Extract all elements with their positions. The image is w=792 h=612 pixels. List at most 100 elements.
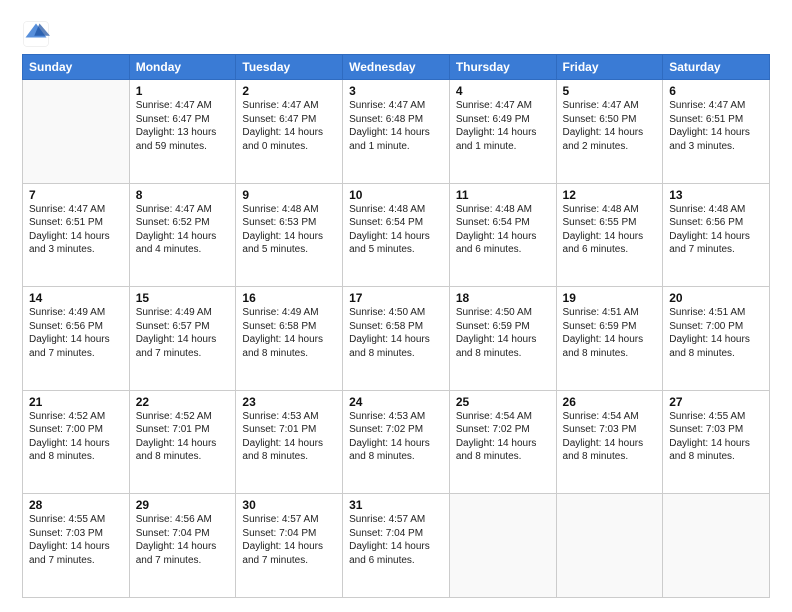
- day-detail: Sunrise: 4:47 AM Sunset: 6:47 PM Dayligh…: [136, 99, 230, 153]
- day-detail: Sunrise: 4:50 AM Sunset: 6:59 PM Dayligh…: [456, 306, 550, 360]
- col-header-sunday: Sunday: [23, 55, 130, 80]
- day-number: 9: [242, 188, 336, 202]
- day-cell: [449, 494, 556, 598]
- header-row: SundayMondayTuesdayWednesdayThursdayFrid…: [23, 55, 770, 80]
- day-number: 29: [136, 498, 230, 512]
- day-cell: 25Sunrise: 4:54 AM Sunset: 7:02 PM Dayli…: [449, 390, 556, 494]
- day-detail: Sunrise: 4:57 AM Sunset: 7:04 PM Dayligh…: [349, 513, 443, 567]
- day-cell: 28Sunrise: 4:55 AM Sunset: 7:03 PM Dayli…: [23, 494, 130, 598]
- day-detail: Sunrise: 4:47 AM Sunset: 6:52 PM Dayligh…: [136, 203, 230, 257]
- day-detail: Sunrise: 4:47 AM Sunset: 6:51 PM Dayligh…: [29, 203, 123, 257]
- day-detail: Sunrise: 4:54 AM Sunset: 7:02 PM Dayligh…: [456, 410, 550, 464]
- day-cell: 21Sunrise: 4:52 AM Sunset: 7:00 PM Dayli…: [23, 390, 130, 494]
- col-header-thursday: Thursday: [449, 55, 556, 80]
- day-detail: Sunrise: 4:48 AM Sunset: 6:55 PM Dayligh…: [563, 203, 657, 257]
- day-detail: Sunrise: 4:53 AM Sunset: 7:02 PM Dayligh…: [349, 410, 443, 464]
- day-detail: Sunrise: 4:54 AM Sunset: 7:03 PM Dayligh…: [563, 410, 657, 464]
- day-number: 16: [242, 291, 336, 305]
- col-header-wednesday: Wednesday: [343, 55, 450, 80]
- day-number: 6: [669, 84, 763, 98]
- day-number: 19: [563, 291, 657, 305]
- day-detail: Sunrise: 4:49 AM Sunset: 6:58 PM Dayligh…: [242, 306, 336, 360]
- day-number: 10: [349, 188, 443, 202]
- day-detail: Sunrise: 4:50 AM Sunset: 6:58 PM Dayligh…: [349, 306, 443, 360]
- day-detail: Sunrise: 4:48 AM Sunset: 6:54 PM Dayligh…: [349, 203, 443, 257]
- page: SundayMondayTuesdayWednesdayThursdayFrid…: [0, 0, 792, 612]
- day-number: 12: [563, 188, 657, 202]
- day-cell: 30Sunrise: 4:57 AM Sunset: 7:04 PM Dayli…: [236, 494, 343, 598]
- day-cell: 23Sunrise: 4:53 AM Sunset: 7:01 PM Dayli…: [236, 390, 343, 494]
- day-detail: Sunrise: 4:51 AM Sunset: 7:00 PM Dayligh…: [669, 306, 763, 360]
- day-cell: 14Sunrise: 4:49 AM Sunset: 6:56 PM Dayli…: [23, 287, 130, 391]
- day-detail: Sunrise: 4:47 AM Sunset: 6:51 PM Dayligh…: [669, 99, 763, 153]
- col-header-tuesday: Tuesday: [236, 55, 343, 80]
- day-detail: Sunrise: 4:48 AM Sunset: 6:56 PM Dayligh…: [669, 203, 763, 257]
- day-cell: 2Sunrise: 4:47 AM Sunset: 6:47 PM Daylig…: [236, 80, 343, 184]
- header: [22, 18, 770, 48]
- day-number: 13: [669, 188, 763, 202]
- week-row-0: 1Sunrise: 4:47 AM Sunset: 6:47 PM Daylig…: [23, 80, 770, 184]
- day-number: 21: [29, 395, 123, 409]
- day-cell: 16Sunrise: 4:49 AM Sunset: 6:58 PM Dayli…: [236, 287, 343, 391]
- day-number: 24: [349, 395, 443, 409]
- col-header-friday: Friday: [556, 55, 663, 80]
- day-detail: Sunrise: 4:55 AM Sunset: 7:03 PM Dayligh…: [29, 513, 123, 567]
- day-number: 11: [456, 188, 550, 202]
- day-cell: 13Sunrise: 4:48 AM Sunset: 6:56 PM Dayli…: [663, 183, 770, 287]
- day-number: 1: [136, 84, 230, 98]
- day-cell: 8Sunrise: 4:47 AM Sunset: 6:52 PM Daylig…: [129, 183, 236, 287]
- day-detail: Sunrise: 4:53 AM Sunset: 7:01 PM Dayligh…: [242, 410, 336, 464]
- day-number: 28: [29, 498, 123, 512]
- day-number: 25: [456, 395, 550, 409]
- week-row-1: 7Sunrise: 4:47 AM Sunset: 6:51 PM Daylig…: [23, 183, 770, 287]
- day-detail: Sunrise: 4:56 AM Sunset: 7:04 PM Dayligh…: [136, 513, 230, 567]
- logo: [22, 18, 54, 48]
- calendar-table: SundayMondayTuesdayWednesdayThursdayFrid…: [22, 54, 770, 598]
- day-detail: Sunrise: 4:57 AM Sunset: 7:04 PM Dayligh…: [242, 513, 336, 567]
- day-cell: 15Sunrise: 4:49 AM Sunset: 6:57 PM Dayli…: [129, 287, 236, 391]
- day-cell: 19Sunrise: 4:51 AM Sunset: 6:59 PM Dayli…: [556, 287, 663, 391]
- day-detail: Sunrise: 4:47 AM Sunset: 6:48 PM Dayligh…: [349, 99, 443, 153]
- day-number: 31: [349, 498, 443, 512]
- day-cell: 12Sunrise: 4:48 AM Sunset: 6:55 PM Dayli…: [556, 183, 663, 287]
- day-number: 2: [242, 84, 336, 98]
- day-cell: 27Sunrise: 4:55 AM Sunset: 7:03 PM Dayli…: [663, 390, 770, 494]
- day-number: 20: [669, 291, 763, 305]
- day-detail: Sunrise: 4:48 AM Sunset: 6:53 PM Dayligh…: [242, 203, 336, 257]
- day-number: 17: [349, 291, 443, 305]
- day-number: 15: [136, 291, 230, 305]
- day-number: 7: [29, 188, 123, 202]
- day-cell: 29Sunrise: 4:56 AM Sunset: 7:04 PM Dayli…: [129, 494, 236, 598]
- day-detail: Sunrise: 4:52 AM Sunset: 7:00 PM Dayligh…: [29, 410, 123, 464]
- day-cell: 6Sunrise: 4:47 AM Sunset: 6:51 PM Daylig…: [663, 80, 770, 184]
- day-detail: Sunrise: 4:47 AM Sunset: 6:50 PM Dayligh…: [563, 99, 657, 153]
- day-cell: 18Sunrise: 4:50 AM Sunset: 6:59 PM Dayli…: [449, 287, 556, 391]
- day-cell: 1Sunrise: 4:47 AM Sunset: 6:47 PM Daylig…: [129, 80, 236, 184]
- day-detail: Sunrise: 4:51 AM Sunset: 6:59 PM Dayligh…: [563, 306, 657, 360]
- day-cell: [23, 80, 130, 184]
- day-detail: Sunrise: 4:55 AM Sunset: 7:03 PM Dayligh…: [669, 410, 763, 464]
- day-cell: 9Sunrise: 4:48 AM Sunset: 6:53 PM Daylig…: [236, 183, 343, 287]
- logo-icon: [22, 20, 50, 48]
- day-cell: 3Sunrise: 4:47 AM Sunset: 6:48 PM Daylig…: [343, 80, 450, 184]
- day-cell: 7Sunrise: 4:47 AM Sunset: 6:51 PM Daylig…: [23, 183, 130, 287]
- day-number: 27: [669, 395, 763, 409]
- day-number: 4: [456, 84, 550, 98]
- day-cell: 31Sunrise: 4:57 AM Sunset: 7:04 PM Dayli…: [343, 494, 450, 598]
- day-number: 30: [242, 498, 336, 512]
- day-cell: 20Sunrise: 4:51 AM Sunset: 7:00 PM Dayli…: [663, 287, 770, 391]
- day-number: 18: [456, 291, 550, 305]
- day-detail: Sunrise: 4:49 AM Sunset: 6:56 PM Dayligh…: [29, 306, 123, 360]
- day-detail: Sunrise: 4:49 AM Sunset: 6:57 PM Dayligh…: [136, 306, 230, 360]
- week-row-2: 14Sunrise: 4:49 AM Sunset: 6:56 PM Dayli…: [23, 287, 770, 391]
- day-number: 22: [136, 395, 230, 409]
- day-cell: 24Sunrise: 4:53 AM Sunset: 7:02 PM Dayli…: [343, 390, 450, 494]
- day-cell: 5Sunrise: 4:47 AM Sunset: 6:50 PM Daylig…: [556, 80, 663, 184]
- day-cell: 26Sunrise: 4:54 AM Sunset: 7:03 PM Dayli…: [556, 390, 663, 494]
- day-detail: Sunrise: 4:47 AM Sunset: 6:49 PM Dayligh…: [456, 99, 550, 153]
- day-cell: [663, 494, 770, 598]
- day-number: 5: [563, 84, 657, 98]
- week-row-4: 28Sunrise: 4:55 AM Sunset: 7:03 PM Dayli…: [23, 494, 770, 598]
- day-cell: 17Sunrise: 4:50 AM Sunset: 6:58 PM Dayli…: [343, 287, 450, 391]
- col-header-saturday: Saturday: [663, 55, 770, 80]
